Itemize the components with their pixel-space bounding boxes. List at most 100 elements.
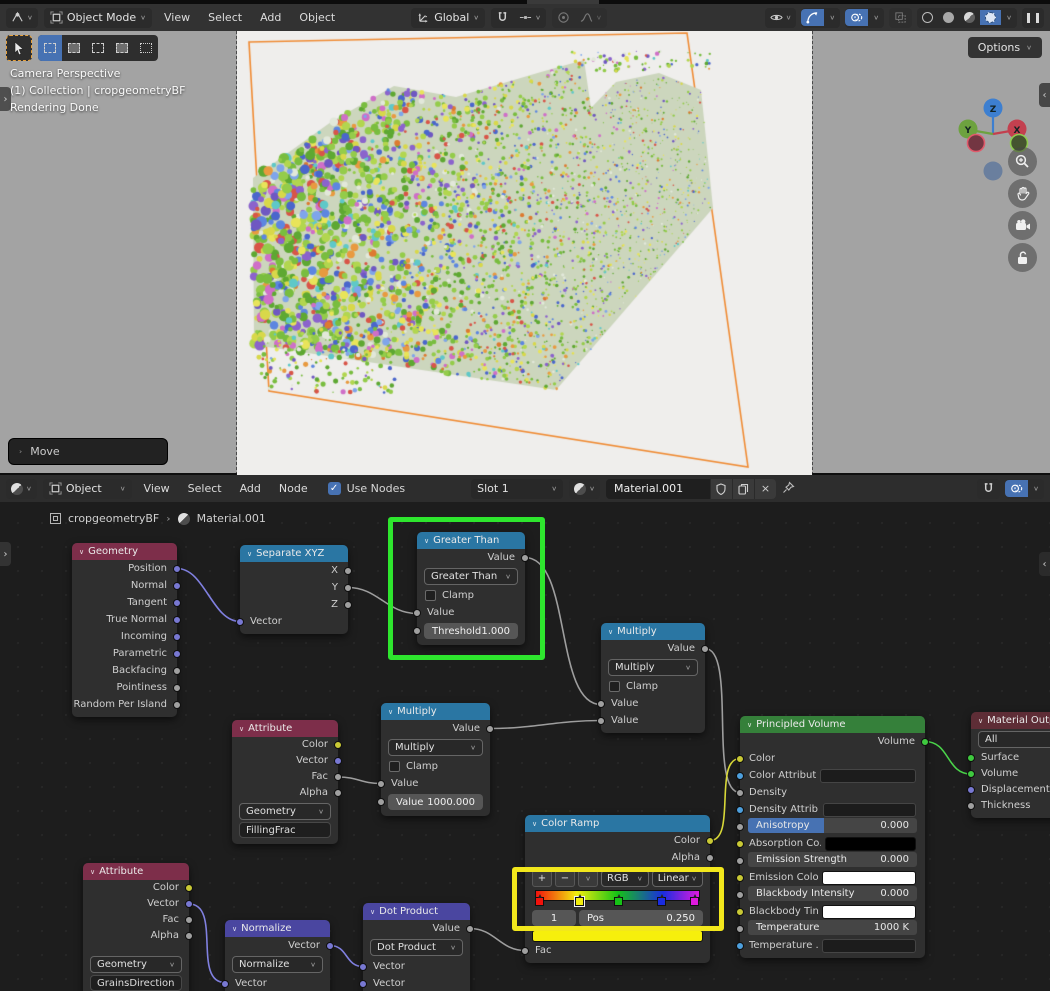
gizmo-neg-z-axis[interactable] <box>984 162 1003 181</box>
input-socket[interactable] <box>736 755 744 763</box>
clamp-checkbox[interactable]: Clamp <box>417 587 525 604</box>
editor-type-button[interactable]: ∨ <box>6 8 38 28</box>
color-mode-dropdown[interactable]: RGB∨ <box>601 870 649 887</box>
use-nodes-checkbox[interactable]: ✓ Use Nodes <box>328 482 406 495</box>
output-socket[interactable] <box>173 582 181 590</box>
lock-view-button[interactable] <box>1008 243 1037 272</box>
math-operation-dropdown[interactable]: Multiply∨ <box>608 659 698 676</box>
node-header[interactable]: ∨Attribute <box>83 863 189 880</box>
input-socket[interactable] <box>736 789 744 797</box>
tweak-tool-button[interactable] <box>6 35 32 61</box>
node-attribute-fillingfrac[interactable]: ∨Attribute Color Vector Fac Alpha Geomet… <box>232 720 338 844</box>
sidebar-expand-tab[interactable]: ‹ <box>1039 83 1050 107</box>
overlays-toggle-group[interactable]: ∨ <box>845 8 884 28</box>
input-socket[interactable] <box>597 717 605 725</box>
stop-color-swatch[interactable] <box>532 930 703 942</box>
xray-toggle-button[interactable] <box>889 8 912 28</box>
input-socket[interactable] <box>967 754 975 762</box>
collapse-chevron-icon[interactable]: ∨ <box>239 725 244 733</box>
math-operation-dropdown[interactable]: Greater Than∨ <box>424 568 518 585</box>
input-socket[interactable] <box>359 963 367 971</box>
select-extend-button[interactable] <box>62 35 86 61</box>
input-socket[interactable] <box>377 780 385 788</box>
collapse-chevron-icon[interactable]: ∨ <box>232 925 237 933</box>
input-socket[interactable] <box>736 857 744 865</box>
node-header[interactable]: ∨Normalize <box>225 920 330 937</box>
output-socket[interactable] <box>334 757 342 765</box>
input-socket[interactable] <box>967 786 975 794</box>
node-header[interactable]: ∨Greater Than <box>417 532 525 549</box>
output-socket[interactable] <box>521 554 529 562</box>
proportional-editing-group[interactable]: ∨ <box>552 8 607 28</box>
color-attribute-field[interactable] <box>820 769 916 783</box>
select-box-button[interactable] <box>38 35 62 61</box>
node-header[interactable]: ∨Attribute <box>232 720 338 737</box>
menu-view[interactable]: View <box>158 8 196 27</box>
node-dot-product[interactable]: ∨Dot Product Value Dot Product∨ Vector V… <box>363 903 470 991</box>
output-socket[interactable] <box>185 932 193 940</box>
input-socket[interactable] <box>736 925 744 933</box>
toolbar-expand-tab[interactable]: › <box>0 87 11 111</box>
viewport-canvas-area[interactable]: Camera Perspective (1) Collection | crop… <box>0 31 1050 475</box>
ramp-stop-1-selected[interactable] <box>575 897 584 906</box>
input-socket[interactable] <box>236 618 244 626</box>
editor-type-button[interactable]: ∨ <box>6 479 37 499</box>
unlink-material-button[interactable]: × <box>754 479 776 499</box>
emission-color-swatch[interactable] <box>822 871 916 885</box>
collapse-chevron-icon[interactable]: ∨ <box>79 548 84 556</box>
math-operation-dropdown[interactable]: Multiply∨ <box>388 739 483 756</box>
input-socket[interactable] <box>359 980 367 988</box>
select-difference-button[interactable] <box>110 35 134 61</box>
material-slot-dropdown[interactable]: Slot 1∨ <box>471 479 563 499</box>
output-socket[interactable] <box>173 667 181 675</box>
menu-select[interactable]: Select <box>182 479 228 498</box>
attribute-name-field[interactable]: FillingFrac <box>239 822 331 838</box>
output-socket[interactable] <box>344 584 352 592</box>
node-header[interactable]: ∨Separate XYZ <box>240 545 348 562</box>
threshold-value-field[interactable]: Threshold1.000 <box>424 623 518 639</box>
input-socket[interactable] <box>736 874 744 882</box>
collapse-chevron-icon[interactable]: ∨ <box>747 721 752 729</box>
output-socket[interactable] <box>173 616 181 624</box>
node-separate-xyz[interactable]: ∨Separate XYZ X Y Z Vector <box>240 545 348 634</box>
input-socket[interactable] <box>221 980 229 988</box>
input-socket[interactable] <box>736 908 744 916</box>
menu-add[interactable]: Add <box>234 479 267 498</box>
input-socket[interactable] <box>413 627 421 635</box>
menu-view[interactable]: View <box>138 479 176 498</box>
node-header[interactable]: ∨Principled Volume <box>740 716 925 733</box>
interpolation-dropdown[interactable]: Linear∨ <box>652 870 703 887</box>
transform-orientation-dropdown[interactable]: Global∨ <box>411 8 485 28</box>
blackbody-tint-swatch[interactable] <box>822 905 916 919</box>
node-geometry[interactable]: ∨Geometry Position Normal Tangent True N… <box>72 543 177 717</box>
shader-type-dropdown[interactable]: Object∨ <box>43 479 132 499</box>
output-socket[interactable] <box>173 565 181 573</box>
output-target-dropdown[interactable]: All <box>978 731 1050 748</box>
attribute-name-field[interactable]: GrainsDirection <box>90 975 182 991</box>
output-socket[interactable] <box>173 599 181 607</box>
collapse-chevron-icon[interactable]: ∨ <box>532 820 537 828</box>
node-multiply-a[interactable]: ∨Multiply Value Multiply∨ Clamp Value Va… <box>601 623 705 733</box>
menu-node[interactable]: Node <box>273 479 314 498</box>
temperature-field[interactable]: Temperature1000 K <box>748 920 917 935</box>
input-socket[interactable] <box>413 609 421 617</box>
fake-user-button[interactable] <box>710 479 732 499</box>
output-socket[interactable] <box>334 741 342 749</box>
input-socket[interactable] <box>736 772 744 780</box>
input-socket[interactable] <box>967 770 975 778</box>
zoom-button[interactable] <box>1008 147 1037 176</box>
operator-panel-move[interactable]: › Move <box>8 438 168 465</box>
input-socket[interactable] <box>967 802 975 810</box>
vector-math-operation-dropdown[interactable]: Normalize∨ <box>232 956 323 973</box>
collapse-chevron-icon[interactable]: ∨ <box>424 537 429 545</box>
output-socket[interactable] <box>334 789 342 797</box>
output-socket[interactable] <box>486 725 494 733</box>
remove-stop-button[interactable]: − <box>555 870 575 887</box>
pan-button[interactable] <box>1008 179 1037 208</box>
density-attribute-field[interactable] <box>823 803 916 817</box>
output-socket[interactable] <box>173 684 181 692</box>
camera-view-button[interactable] <box>1008 211 1037 240</box>
browse-material-button[interactable]: ∨ <box>569 479 600 499</box>
shading-solid-button[interactable] <box>938 10 959 25</box>
output-socket[interactable] <box>701 645 709 653</box>
